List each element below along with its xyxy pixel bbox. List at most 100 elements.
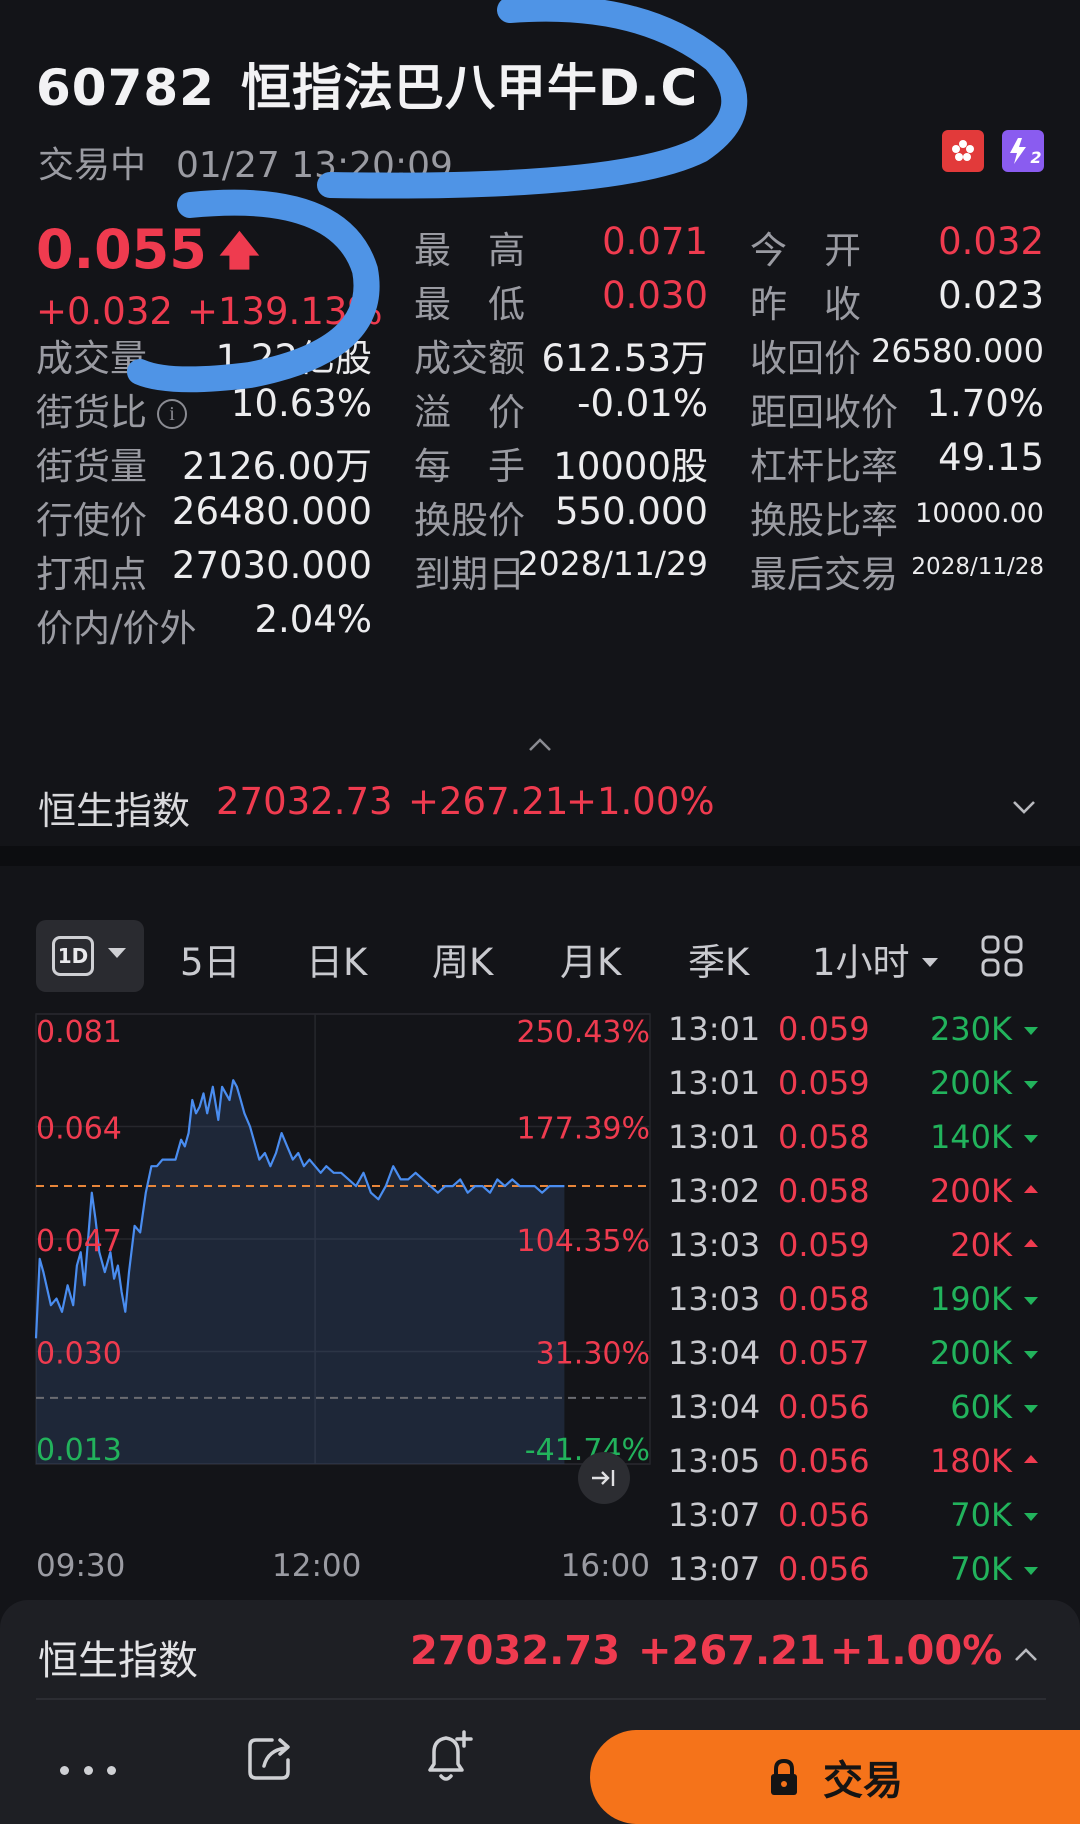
grid-layout-icon[interactable] — [980, 934, 1024, 978]
tab-intraday[interactable]: 1D — [36, 920, 144, 992]
quote-time: 01/27 13:20:09 — [176, 145, 453, 186]
tick-volume: 140K — [929, 1118, 1012, 1156]
triangle-down-icon — [1024, 1027, 1038, 1035]
more-button[interactable] — [60, 1750, 116, 1790]
info-icon[interactable]: i — [157, 399, 187, 429]
index-change: +267.21 — [408, 780, 569, 823]
field-label: 每 手 — [414, 445, 525, 488]
tab-hourly-label: 1小时 — [812, 941, 910, 984]
up-arrow-icon: 🡅 — [218, 228, 260, 274]
tick-row: 13:04 0.056 60K — [668, 1382, 1038, 1436]
field-value: 0.023 — [938, 274, 1044, 317]
field-high: 最 高 0.071 — [414, 220, 708, 276]
index-quote-bar[interactable]: 恒生指数 27032.73 +267.21 +1.00% — [0, 770, 1080, 840]
index-change-pct: +1.00% — [566, 780, 715, 823]
field-leverage: 杠杆比率 49.15 — [750, 436, 1044, 492]
field-label: 成交额 — [414, 337, 525, 380]
tick-price: 0.056 — [778, 1550, 870, 1588]
y-tick-label-right: 104.35% — [517, 1224, 650, 1259]
field-value: 550.000 — [554, 490, 708, 533]
bottom-panel: 恒生指数 27032.73 +267.21 +1.00% 交易 — [0, 1600, 1080, 1824]
tick-row: 13:01 0.059 200K — [668, 1058, 1038, 1112]
chevron-down-icon[interactable] — [1010, 796, 1038, 818]
field-label: 距回收价 — [750, 391, 898, 434]
triangle-up-icon — [1024, 1185, 1038, 1193]
tick-time: 13:01 — [668, 1010, 761, 1048]
last-price-value: 0.055 — [36, 218, 207, 281]
bottom-index-change-pct: +1.00% — [830, 1628, 1003, 1674]
tick-time: 13:04 — [668, 1388, 761, 1426]
field-value: 2.04% — [254, 598, 372, 641]
field-last-trade: 最后交易 2028/11/28 — [750, 544, 1044, 600]
chevron-up-icon[interactable] — [524, 732, 556, 758]
field-value: 1.22亿股 — [215, 337, 372, 380]
y-tick-label-left: 0.081 — [36, 1015, 122, 1050]
trade-ticks-list[interactable]: 13:01 0.059 230K 13:01 0.059 200K 13:01 0.058 14… — [668, 1004, 1038, 1588]
tick-time: 13:04 — [668, 1334, 761, 1372]
tick-volume: 200K — [929, 1334, 1012, 1372]
tab-hourly[interactable]: 1小时 — [812, 932, 938, 986]
field-label-wrap: 街货比 i — [36, 382, 187, 436]
section-divider — [0, 846, 1080, 866]
tick-row: 13:02 0.058 200K — [668, 1166, 1038, 1220]
index-value: 27032.73 — [216, 780, 393, 823]
jump-to-latest-button[interactable] — [578, 1452, 630, 1504]
change-pct: +139.13% — [186, 290, 383, 333]
field-expiry: 到期日 2028/11/29 — [414, 544, 708, 600]
change-value: +0.032 — [36, 290, 173, 333]
chevron-up-icon[interactable] — [1012, 1644, 1040, 1666]
field-value: 26580.000 — [870, 332, 1044, 370]
tab-five-day[interactable]: 5日 — [180, 932, 241, 986]
tick-volume: 230K — [929, 1010, 1012, 1048]
quote-panel: 0.055 🡅 +0.032 +139.13% 成交量 1.22亿股 街货比 i 10.6… — [0, 210, 1080, 751]
field-moneyness: 价内/价外 2.04% — [36, 598, 372, 654]
field-street-ratio[interactable]: 街货比 i 10.63% — [36, 382, 372, 438]
field-label: 行使价 — [36, 499, 147, 542]
field-conversion-price: 换股价 550.000 — [414, 490, 708, 546]
price-change: +0.032 +139.13% — [36, 290, 383, 333]
field-volume: 成交量 1.22亿股 — [36, 328, 372, 384]
lock-icon — [771, 1758, 797, 1795]
level2-badge-number: 2 — [1030, 147, 1042, 167]
intraday-chart[interactable]: 0.081 0.064 0.047 0.030 0.013 250.43% 177.39% 1… — [34, 1013, 651, 1544]
triangle-down-icon — [1024, 1135, 1038, 1143]
field-conversion-ratio: 换股比率 10000.00 — [750, 490, 1044, 546]
hong-kong-flag-icon[interactable] — [942, 130, 984, 172]
security-title: 60782 恒指法巴八甲牛D.C — [36, 48, 698, 120]
tick-row: 13:05 0.056 180K — [668, 1436, 1038, 1490]
tab-daily[interactable]: 日K — [306, 932, 367, 986]
field-label: 昨 收 — [750, 283, 861, 326]
bell-add-icon[interactable] — [420, 1726, 476, 1786]
tick-time: 13:07 — [668, 1550, 761, 1588]
trade-button[interactable]: 交易 — [590, 1730, 1080, 1824]
caret-down-icon — [108, 948, 126, 958]
y-tick-label-right: 250.43% — [517, 1015, 650, 1050]
field-value: 0.030 — [602, 274, 708, 317]
trading-status: 交易中 — [38, 145, 147, 186]
share-icon[interactable] — [242, 1730, 298, 1786]
level2-quote-icon[interactable]: 2 — [1002, 130, 1044, 172]
field-open: 今 开 0.032 — [750, 220, 1044, 276]
tab-quarterly[interactable]: 季K — [688, 932, 749, 986]
tab-weekly[interactable]: 周K — [432, 932, 493, 986]
field-label: 收回价 — [750, 337, 861, 380]
tick-price: 0.058 — [778, 1118, 870, 1156]
tick-price: 0.059 — [778, 1226, 870, 1264]
field-call-price: 收回价 26580.000 — [750, 328, 1044, 384]
field-value: 0.071 — [602, 220, 708, 263]
x-axis-labels: 09:30 12:00 16:00 — [36, 1548, 650, 1588]
field-strike: 行使价 26480.000 — [36, 490, 372, 546]
tick-volume: 190K — [929, 1280, 1012, 1318]
intraday-icon: 1D — [52, 936, 94, 976]
field-label: 最 低 — [414, 283, 525, 326]
tick-volume: 70K — [950, 1496, 1012, 1534]
bottom-index-name[interactable]: 恒生指数 — [38, 1628, 198, 1686]
tick-time: 13:03 — [668, 1280, 761, 1318]
field-value: 612.53万 — [541, 337, 708, 380]
field-value: 2028/11/28 — [911, 554, 1044, 580]
field-label: 打和点 — [36, 553, 147, 596]
tab-monthly[interactable]: 月K — [560, 932, 621, 986]
status-line: 交易中 01/27 13:20:09 — [38, 136, 453, 188]
field-label: 换股比率 — [750, 499, 898, 542]
field-value: 1.70% — [926, 382, 1044, 425]
